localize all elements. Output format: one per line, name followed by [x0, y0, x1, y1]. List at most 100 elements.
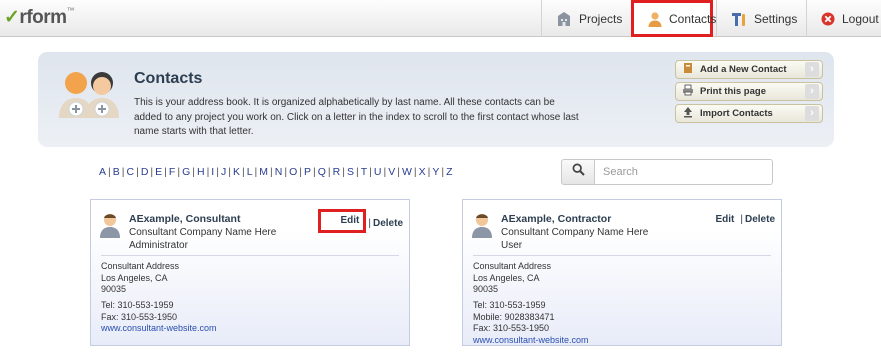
- upload-arrow-icon: [682, 106, 694, 121]
- contact-person-icon: [648, 11, 662, 27]
- alphabet-letter-s[interactable]: S: [347, 166, 354, 178]
- alphabet-separator: |: [327, 166, 331, 178]
- address-zip: 90035: [473, 284, 499, 294]
- alphabet-separator: |: [216, 166, 219, 178]
- alphabet-letter-z[interactable]: Z: [446, 166, 452, 178]
- alphabet-separator: |: [241, 166, 245, 178]
- building-icon: [556, 10, 572, 27]
- alphabet-letter-b[interactable]: B: [113, 166, 120, 178]
- contact-phones: Tel: 310-553-1959 Fax: 310-553-1950 www.…: [101, 300, 217, 335]
- contact-tel: Tel: 310-553-1959: [101, 300, 174, 310]
- address-line-2: Los Angeles, CA: [473, 272, 540, 283]
- alphabet-letter-h[interactable]: H: [197, 166, 205, 178]
- button-label: Add a New Contact: [700, 64, 787, 75]
- page-description: This is your address book. It is organiz…: [134, 97, 579, 137]
- alphabet-letter-p[interactable]: P: [304, 166, 311, 178]
- contact-fax: Fax: 310-553-1950: [101, 311, 178, 322]
- contact-role: Administrator: [129, 240, 188, 251]
- alphabet-index: A | B | C | D | E | F | G | H | I | J | K | L | M | N | O | P | Q | R | S | T |…: [99, 166, 453, 178]
- printer-icon: [682, 84, 694, 99]
- logout-x-icon: [821, 12, 835, 26]
- alphabet-separator: |: [192, 166, 195, 178]
- tools-icon: [731, 11, 747, 27]
- edit-contact-button[interactable]: Edit: [318, 209, 367, 233]
- chevron-right-icon: ›: [805, 62, 819, 77]
- alphabet-letter-m[interactable]: M: [259, 166, 268, 178]
- search-input[interactable]: [595, 159, 773, 185]
- search-button[interactable]: [561, 159, 595, 185]
- card-divider: [473, 255, 771, 256]
- alphabet-letter-g[interactable]: G: [182, 166, 190, 178]
- nav-tab-contacts[interactable]: Contacts: [631, 0, 717, 37]
- alphabet-separator: |: [369, 166, 372, 178]
- alphabet-letter-q[interactable]: Q: [318, 166, 326, 178]
- alphabet-separator: |: [299, 166, 302, 178]
- button-label: Print this page: [700, 86, 766, 97]
- contact-name: AExample, Consultant: [129, 213, 241, 225]
- nav-tab-projects[interactable]: Projects: [541, 0, 629, 37]
- alphabet-separator: |: [108, 166, 111, 178]
- alphabet-separator: |: [164, 166, 167, 178]
- alphabet-separator: |: [355, 166, 359, 178]
- alphabet-separator: |: [397, 166, 400, 178]
- logo-trademark: ™: [66, 6, 75, 15]
- nav-tab-label: Projects: [579, 11, 623, 26]
- contacts-people-icon: [56, 68, 124, 125]
- address-zip: 90035: [101, 284, 127, 294]
- alphabet-letter-a[interactable]: A: [99, 166, 106, 178]
- alphabet-letter-w[interactable]: W: [402, 166, 412, 178]
- nav-tab-settings[interactable]: Settings: [716, 0, 806, 37]
- contact-address: Consultant Address Los Angeles, CA 90035: [473, 261, 551, 296]
- address-book-icon: [682, 62, 694, 77]
- page-title: Contacts: [134, 70, 203, 87]
- import-contacts-button[interactable]: Import Contacts ›: [675, 104, 823, 123]
- chevron-right-icon: ›: [805, 84, 819, 99]
- contact-role: User: [501, 240, 523, 251]
- contact-company: Consultant Company Name Here: [129, 227, 277, 238]
- alphabet-separator: |: [121, 166, 125, 178]
- alphabet-letter-k[interactable]: K: [233, 166, 240, 178]
- top-navigation-bar: ✓rform™ Projects Contacts Settings Logou…: [0, 0, 881, 37]
- chevron-right-icon: ›: [805, 106, 819, 121]
- contact-avatar-icon: [471, 212, 493, 243]
- add-new-contact-button[interactable]: Add a New Contact ›: [675, 60, 823, 79]
- contact-actions: Edit | Delete: [711, 213, 775, 226]
- action-separator: |: [740, 214, 743, 225]
- alphabet-letter-l[interactable]: L: [247, 166, 253, 178]
- alphabet-separator: |: [313, 166, 316, 178]
- alphabet-separator: |: [413, 166, 417, 178]
- print-page-button[interactable]: Print this page ›: [675, 82, 823, 101]
- card-divider: [101, 255, 399, 256]
- contact-fax: Fax: 310-553-1950: [473, 323, 550, 333]
- alphabet-letter-x[interactable]: X: [419, 166, 426, 178]
- button-label: Import Contacts: [700, 108, 773, 119]
- nav-tab-logout[interactable]: Logout: [806, 0, 881, 37]
- contact-phones: Tel: 310-553-1959 Mobile: 9028383471 Fax…: [473, 300, 589, 346]
- nav-tab-label: Logout: [842, 11, 879, 26]
- contact-mobile: Mobile: 9028383471: [473, 311, 555, 322]
- contact-website-link[interactable]: www.consultant-website.com: [101, 323, 217, 335]
- contact-company: Consultant Company Name Here: [501, 227, 649, 238]
- contact-name: AExample, Contractor: [501, 213, 612, 225]
- app-logo[interactable]: ✓rform™: [4, 6, 75, 29]
- contact-card: AExample, Contractor Consultant Company …: [462, 199, 782, 346]
- action-separator: |: [368, 217, 371, 229]
- contact-tel: Tel: 310-553-1959: [473, 300, 546, 310]
- delete-contact-button[interactable]: Delete: [745, 214, 775, 225]
- alphabet-separator: |: [228, 166, 231, 178]
- address-line-2: Los Angeles, CA: [101, 272, 168, 283]
- logo-text: rform: [19, 7, 67, 28]
- contact-avatar-icon: [99, 212, 121, 243]
- alphabet-separator: |: [136, 166, 139, 178]
- delete-contact-button[interactable]: Delete: [373, 218, 403, 229]
- alphabet-separator: |: [342, 166, 345, 178]
- alphabet-letter-c[interactable]: C: [127, 166, 135, 178]
- nav-tab-label: Contacts: [669, 11, 717, 26]
- contact-website-link[interactable]: www.consultant-website.com: [473, 335, 589, 347]
- address-line-1: Consultant Address: [101, 261, 180, 271]
- alphabet-separator: |: [270, 166, 273, 178]
- logo-check-mark: ✓: [4, 7, 20, 28]
- search-icon: [572, 163, 585, 181]
- edit-contact-button[interactable]: Edit: [711, 213, 738, 226]
- contact-card: AExample, Consultant Consultant Company …: [90, 199, 410, 346]
